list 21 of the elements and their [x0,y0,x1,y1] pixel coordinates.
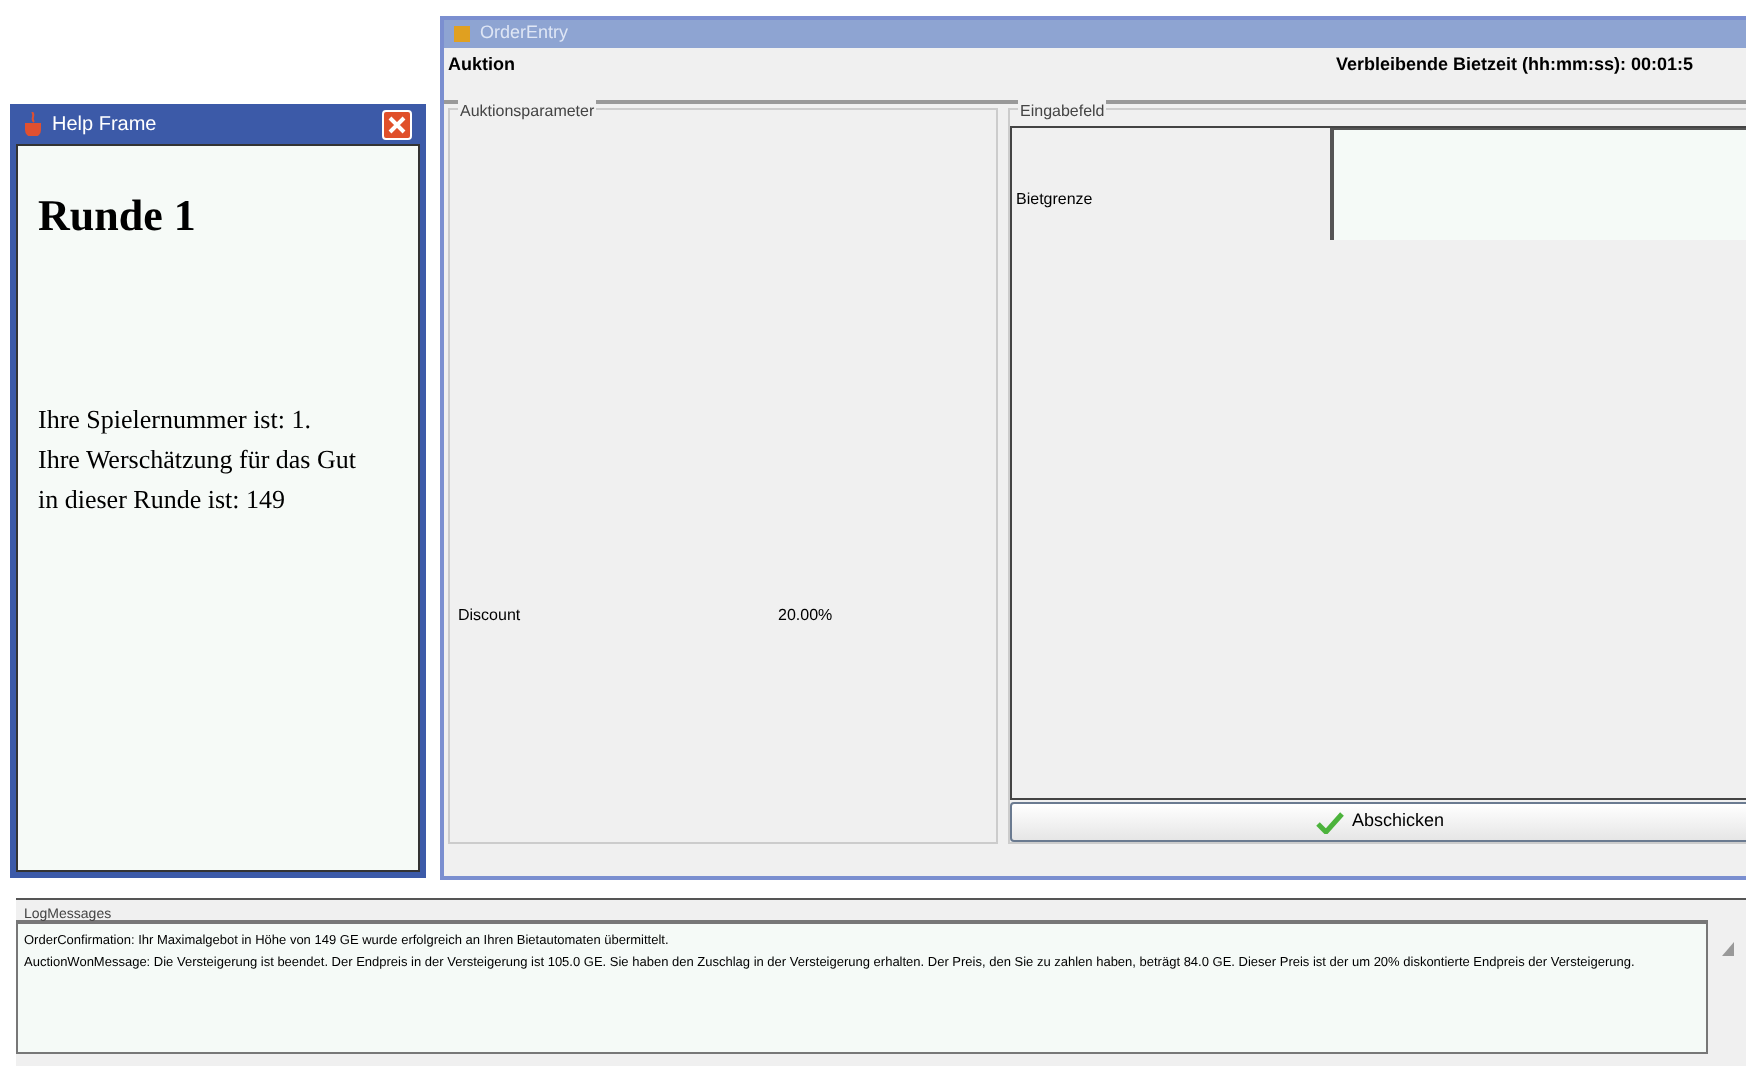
scroll-arrow-icon [1720,940,1736,958]
auction-label: Auktion [448,52,515,78]
remaining-time: Verbleibende Bietzeit (hh:mm:ss): 00:01:5 [1336,52,1696,78]
window-title: OrderEntry [480,20,569,47]
close-button[interactable] [382,109,412,139]
bid-limit-field[interactable] [1330,128,1746,240]
close-icon [388,115,406,133]
help-text: in dieser Runde ist: 149 [38,482,287,518]
round-heading: Runde 1 [38,188,198,244]
help-text: Ihre Werschätzung für das Gut [38,442,358,478]
window-title: Help Frame [52,111,159,139]
checkmark-icon [1315,811,1344,833]
help-text: Ihre Spielernummer ist: 1. [38,402,313,438]
field-label: Bietgrenze [1014,188,1095,212]
submit-button[interactable]: Abschicken [1010,802,1746,842]
cup-icon [24,112,44,136]
param-label: Discount [458,604,523,628]
param-value: 20.00% [778,604,833,628]
panel-legend: Auktionsparameter [458,100,597,124]
panel-legend: Eingabefeld [1018,100,1107,124]
app-icon [452,24,472,44]
